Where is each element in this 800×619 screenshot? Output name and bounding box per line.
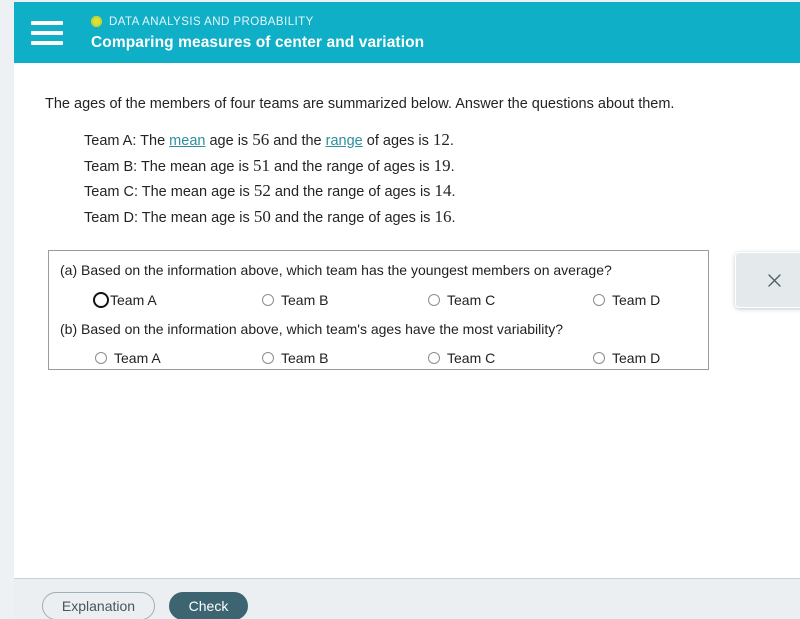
mean-word: mean	[170, 184, 208, 200]
question-a-option-team-c[interactable]: Team C	[381, 289, 546, 311]
option-label: Team D	[612, 350, 661, 366]
question-b-option-team-c[interactable]: Team C	[381, 347, 546, 369]
question-a-option-team-b[interactable]: Team B	[215, 289, 381, 311]
question-b-prompt: (b) Based on the information above, whic…	[60, 321, 564, 337]
close-popup-button[interactable]	[735, 252, 800, 308]
team-line-mid: age is	[207, 209, 254, 226]
hamburger-bar	[31, 21, 63, 25]
yellow-dot-icon	[91, 16, 102, 27]
team-line-suffix: .	[451, 209, 456, 226]
range-value: 12	[432, 130, 450, 149]
question-a-options: Team A Team B Team C Team D	[49, 289, 710, 311]
question-b-option-team-a[interactable]: Team A	[49, 347, 215, 369]
page-title: Comparing measures of center and variati…	[91, 34, 425, 51]
option-label: Team C	[447, 292, 496, 308]
hamburger-icon[interactable]	[31, 21, 63, 45]
explanation-button[interactable]: Explanation	[42, 592, 155, 619]
option-label: Team B	[281, 350, 329, 366]
mean-value: 52	[253, 181, 271, 200]
option-label: Team A	[110, 292, 157, 308]
team-line-mid: of ages is	[362, 133, 433, 149]
radio-button[interactable]	[95, 352, 107, 364]
team-line-mid: age is	[205, 133, 253, 149]
team-line-mid: and the	[270, 209, 328, 226]
header-kicker: DATA ANALYSIS AND PROBABILITY	[91, 14, 424, 29]
mean-word: mean	[170, 209, 208, 226]
check-button[interactable]: Check	[169, 592, 248, 619]
close-x-icon	[767, 273, 781, 287]
team-summary-list: Team A: The mean age is 56 and the range…	[84, 128, 456, 230]
team-line-mid: of ages is	[364, 209, 435, 226]
range-value: 14	[434, 181, 452, 200]
team-line: Team C: The mean age is 52 and the range…	[84, 179, 456, 205]
option-label: Team A	[114, 350, 161, 366]
team-line-suffix: .	[449, 133, 454, 149]
question-a-option-team-a[interactable]: Team A	[49, 289, 215, 311]
team-line: Team D: The mean age is 50 and the range…	[84, 205, 456, 231]
question-a-option-team-d[interactable]: Team D	[546, 289, 710, 311]
option-label: Team C	[447, 350, 496, 366]
team-line-suffix: .	[450, 158, 455, 175]
option-label: Team D	[612, 292, 661, 308]
question-a-prompt: (a) Based on the information above, whic…	[60, 262, 612, 278]
action-footer: Explanation Check	[14, 578, 800, 619]
team-line-mid: and the	[270, 158, 327, 175]
hamburger-bar	[31, 41, 63, 45]
option-label: Team B	[281, 292, 329, 308]
team-line-mid: and the	[270, 184, 328, 200]
mean-word: mean	[169, 158, 207, 175]
radio-button[interactable]	[262, 352, 274, 364]
question-b-option-team-d[interactable]: Team D	[546, 347, 710, 369]
team-line-prefix: Team A: The	[84, 133, 170, 149]
range-word: range	[327, 209, 365, 226]
mean-link[interactable]: mean	[169, 133, 205, 149]
problem-intro: The ages of the members of four teams ar…	[45, 96, 675, 112]
mean-value: 51	[253, 155, 270, 175]
radio-button[interactable]	[262, 294, 274, 306]
team-line-mid: of ages is	[364, 184, 435, 200]
range-word: range	[326, 158, 364, 175]
team-line-prefix: Team D: The	[84, 209, 171, 226]
team-line-suffix: .	[451, 184, 456, 200]
team-line-prefix: Team B: The	[84, 158, 170, 175]
team-line: Team B: The mean age is 51 and the range…	[84, 154, 456, 180]
radio-button[interactable]	[593, 352, 605, 364]
app-header: DATA ANALYSIS AND PROBABILITY Comparing …	[14, 2, 800, 63]
team-line-mid: and the	[269, 133, 326, 149]
team-line: Team A: The mean age is 56 and the range…	[84, 128, 456, 154]
radio-button[interactable]	[428, 294, 440, 306]
exercise-page: DATA ANALYSIS AND PROBABILITY Comparing …	[0, 0, 800, 619]
team-line-mid: of ages is	[363, 158, 434, 175]
exercise-body: The ages of the members of four teams ar…	[14, 63, 800, 578]
questions-box: (a) Based on the information above, whic…	[48, 250, 709, 370]
mean-value: 56	[252, 130, 270, 149]
hamburger-bar	[31, 31, 63, 35]
question-b-option-team-b[interactable]: Team B	[215, 347, 381, 369]
header-text-group: DATA ANALYSIS AND PROBABILITY Comparing …	[91, 14, 424, 52]
radio-button[interactable]	[593, 294, 605, 306]
radio-button[interactable]	[93, 292, 109, 308]
question-b-options: Team A Team B Team C Team D	[49, 347, 710, 369]
team-line-mid: age is	[206, 158, 253, 175]
header-category-label: DATA ANALYSIS AND PROBABILITY	[109, 15, 314, 28]
radio-button[interactable]	[428, 352, 440, 364]
range-value: 16	[434, 206, 452, 226]
team-line-prefix: Team C: The	[84, 184, 171, 200]
range-value: 19	[433, 155, 451, 175]
range-word: range	[327, 184, 365, 200]
team-line-mid: age is	[207, 184, 254, 200]
mean-value: 50	[253, 206, 271, 226]
range-link[interactable]: range	[326, 133, 363, 149]
